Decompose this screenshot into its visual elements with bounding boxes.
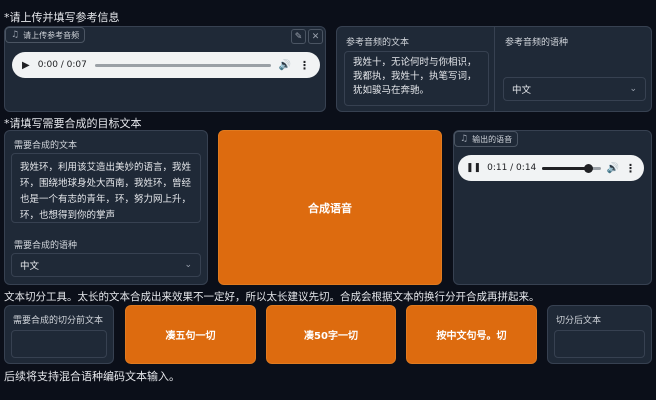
split-output-label: 切分后文本 [556,316,602,326]
split-output-panel: 切分后文本 [547,305,652,364]
split-period-button[interactable]: 按中文句号。切 [406,305,537,364]
ref-audio-player[interactable]: ▶ 0:00 / 0:07 🔊 ⋮ [12,52,320,78]
output-audio-player[interactable]: ❚❚ 0:11 / 0:14 🔊 ⋮ [458,155,644,181]
close-icon[interactable]: ✕ [308,29,323,44]
volume-icon[interactable]: 🔊 [279,60,291,71]
split-output-field[interactable] [554,330,645,358]
chevron-down-icon: ⌄ [629,84,637,94]
target-text-label: 需要合成的文本 [14,141,78,151]
split-section-title: 文本切分工具。太长的文本合成出来效果不一定好，所以太长建议先切。合成会根据文本的… [4,291,540,303]
ref-audio-label: 请上传参考音频 [23,30,80,40]
ref-lang-label: 参考音频的语种 [505,38,569,48]
seek-knob[interactable] [584,163,594,173]
ref-text-label: 参考音频的文本 [346,38,410,48]
output-audio-panel: ♫ 输出的语音 ❚❚ 0:11 / 0:14 🔊 ⋮ [453,130,652,285]
pencil-icon[interactable]: ✎ [291,29,306,44]
target-section-title: *请填写需要合成的目标文本 [4,117,142,130]
target-lang-label: 需要合成的语种 [14,241,78,251]
output-audio-time: 0:11 / 0:14 [487,163,537,173]
divider [494,27,495,111]
footer-note: 后续将支持混合语种编码文本输入。 [4,370,180,383]
target-text-panel: 需要合成的文本 我姓环，利用该艾造出美妙的语言，我姓环，围绕地球身处大西南，我姓… [4,130,208,285]
output-audio-label: 输出的语音 [472,134,513,144]
synthesize-button[interactable]: 合成语音 [218,130,442,285]
output-audio-progress [542,166,589,170]
more-vert-icon[interactable]: ⋮ [625,162,636,175]
split-five-sentences-button[interactable]: 凑五句一切 [125,305,256,364]
target-lang-value: 中文 [20,261,40,272]
split-input-panel: 需要合成的切分前文本 [4,305,114,364]
play-icon[interactable]: ▶ [22,60,30,71]
chevron-down-icon: ⌄ [184,260,192,270]
ref-text-input[interactable]: 我姓十，无论何时与你相识，我都执，我姓十，执笔写词，犹如骏马在奔驰。 [344,51,489,106]
target-lang-select[interactable]: 中文 ⌄ [11,253,201,277]
ref-section-title: *请上传并填写参考信息 [4,11,120,24]
music-note-icon: ♫ [11,30,20,40]
output-audio-tag: ♫ 输出的语音 [454,131,519,147]
ref-lang-value: 中文 [512,85,532,96]
target-text-input[interactable]: 我姓环，利用该艾造出美妙的语言，我姓环，围绕地球身处大西南，我姓环，曾经也是一个… [11,153,201,223]
music-note-icon: ♫ [460,134,469,144]
ref-info-panel: 参考音频的文本 我姓十，无论何时与你相识，我都执，我姓十，执笔写词，犹如骏马在奔… [336,26,652,112]
output-audio-seekbar[interactable] [542,163,601,173]
ref-audio-tag: ♫ 请上传参考音频 [5,27,86,43]
volume-icon[interactable]: 🔊 [607,163,619,174]
ref-audio-seekbar[interactable] [94,63,271,67]
split-input-label: 需要合成的切分前文本 [13,316,104,326]
more-vert-icon[interactable]: ⋮ [299,59,310,72]
split-input-field[interactable] [11,330,107,358]
ref-audio-panel: ♫ 请上传参考音频 ✎ ✕ ▶ 0:00 / 0:07 🔊 ⋮ [4,26,326,112]
pause-icon[interactable]: ❚❚ [466,163,481,173]
split-fifty-chars-button[interactable]: 凑50字一切 [266,305,396,364]
ref-lang-select[interactable]: 中文 ⌄ [503,77,646,101]
ref-audio-time: 0:00 / 0:07 [37,60,87,70]
